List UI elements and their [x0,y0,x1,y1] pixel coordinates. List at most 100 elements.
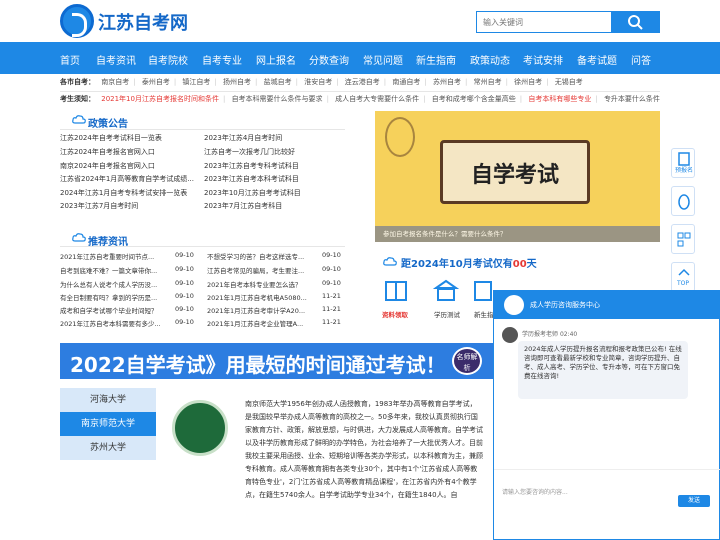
policy-link[interactable]: 2023年江苏4月自考时间 [204,133,282,143]
university-tab[interactable]: 苏州大学 [60,436,156,460]
logo-icon[interactable] [60,4,94,38]
news-link[interactable]: 2021年1月江苏自考审计学A20... [207,305,305,315]
city-link[interactable]: 扬州自考 [223,78,251,86]
cloud-icon [383,257,397,266]
pre-register-button[interactable]: 预报名 [671,148,695,178]
nav-item[interactable]: 政策动态 [470,52,510,67]
city-link[interactable]: 无锡自考 [555,78,583,86]
notice-link[interactable]: 自考本科有哪些专业 [528,95,591,103]
city-link[interactable]: 泰州自考 [142,78,170,86]
city-link[interactable]: 连云港自考 [345,78,380,86]
cloud-icon [72,233,86,242]
scroll-image: 自学考试 [440,140,590,204]
book-icon[interactable] [383,278,409,304]
back-to-top-button[interactable]: TOP [671,262,695,292]
chat-widget: 成人学历咨询服务中心 学历报考老师 02:40 2024年成人学历提升报名流程和… [493,290,720,540]
countdown-suffix: 天 [526,259,537,270]
side-label: 预报名 [674,167,693,174]
nav-item[interactable]: 自考专业 [202,52,242,67]
search-icon [628,15,643,30]
city-link[interactable]: 常州自考 [474,78,502,86]
agent-name: 学历报考老师 [522,331,559,338]
ad-banner[interactable]: 2022自学考试》用最短的时间通过考试！ 名师解析 [60,343,493,379]
city-link[interactable]: 南通自考 [392,78,420,86]
policy-link[interactable]: 2023年江苏自考专科考试科目 [204,161,299,171]
main-nav: 首页 自考资讯 自考院校 自考专业 网上报名 分数查询 常见问题 新生指南 政策… [0,42,720,74]
notice-link[interactable]: 成人自考大专需要什么条件 [335,95,419,103]
nav-item[interactable]: 问答 [631,52,651,67]
university-tab[interactable]: 南京师范大学 [60,412,156,436]
qr-button[interactable] [671,224,695,254]
building-icon[interactable] [433,278,459,304]
news-link[interactable]: 2021年1月江苏自考机电A5080... [207,292,307,302]
university-seal [172,400,228,456]
site-header: 江苏自考网 [0,0,720,42]
notice-link[interactable]: 2021年10月江苏自考报名时间和条件 [101,95,219,103]
policy-link[interactable]: 2023年10月江苏自考考试科目 [204,188,301,198]
qq-icon [678,194,690,210]
news-link[interactable]: 有全日制要有吗？拿到的学历是... [60,292,157,302]
qq-button[interactable] [671,186,695,216]
city-bar-label: 各市自考： [60,78,95,86]
nav-item[interactable]: 网上报名 [256,52,296,67]
news-date: 11-21 [322,305,341,313]
agent-meta: 学历报考老师 02:40 [522,329,577,338]
policy-link[interactable]: 江苏自考一次报考几门比较好 [204,147,295,157]
policy-link[interactable]: 江苏省2024年1月高等教育自学考试成绩... [60,174,194,184]
divider [60,91,660,92]
search-button[interactable] [612,11,660,33]
city-link[interactable]: 淮安自考 [304,78,332,86]
news-date: 09-10 [322,279,341,287]
nav-item[interactable]: 首页 [60,52,80,67]
notice-link[interactable]: 自考和成考哪个含金量高些 [432,95,516,103]
countdown-prefix: 距2024年10月考试仅有 [401,259,513,270]
news-link[interactable]: 自考到底难不难？一篇文章带你... [60,265,157,275]
news-link[interactable]: 2021年江苏自考重要时间节点... [60,251,154,261]
guide-icon[interactable] [473,278,493,304]
policy-link[interactable]: 江苏2024年自考报名官网入口 [60,147,155,157]
nav-item[interactable]: 考试安排 [523,52,563,67]
decoration-icon [385,117,415,157]
banner-title: 自学考试 [470,163,559,188]
news-link[interactable]: 成考和自学考试哪个毕业时间短？ [60,305,158,315]
news-link[interactable]: 2021年江苏自考本科需要有多少... [60,318,161,328]
policy-link[interactable]: 南京2024年自考报名官网入口 [60,161,155,171]
form-icon [678,152,690,166]
icon-label[interactable]: 学历测试 [434,309,460,319]
news-date: 09-10 [175,279,194,287]
site-logo-text[interactable]: 江苏自考网 [98,9,188,35]
city-link[interactable]: 镇江自考 [182,78,210,86]
send-button[interactable]: 发送 [678,495,710,507]
icon-label[interactable]: 资料领取 [382,309,408,319]
news-link[interactable]: 不想受学习的苦？自考这样选专... [207,251,304,261]
city-link[interactable]: 徐州自考 [514,78,542,86]
city-link[interactable]: 苏州自考 [433,78,461,86]
news-link[interactable]: 2021年自考本科专业要怎么选？ [207,279,302,289]
message-time: 02:40 [559,331,578,338]
policy-link[interactable]: 2024年江苏1月自考专科考试安排一览表 [60,188,187,198]
notice-link[interactable]: 自考本科需要什么条件与要求 [232,95,323,103]
nav-item[interactable]: 备考试题 [577,52,617,67]
nav-item[interactable]: 自考院校 [148,52,188,67]
chat-message: 2024年成人学历提升报名流程和报考政策已公布! 在线咨询即可查看最新学校和专业… [518,341,688,399]
university-description: 南京师范大学1956年创办成人函授教育，1983年举办高等教育自学考试，是我国较… [245,400,483,499]
news-link[interactable]: 江苏自考常见的骗局，考生要注... [207,265,304,275]
nav-item[interactable]: 自考资讯 [96,52,136,67]
city-link[interactable]: 盐城自考 [264,78,292,86]
banner-caption[interactable]: 参加自考报名条件是什么？需要什么条件？ [375,226,660,242]
news-link[interactable]: 为什么总有人说考个成人学历没... [60,279,157,289]
city-link[interactable]: 南京自考 [101,78,129,86]
policy-link[interactable]: 2023年江苏自考本科考试科目 [204,174,299,184]
news-date: 11-21 [322,292,341,300]
policy-link[interactable]: 2023年7月江苏自考科目 [204,201,282,211]
search-input[interactable] [476,11,612,33]
university-tab[interactable]: 河海大学 [60,388,156,412]
nav-item[interactable]: 新生指南 [416,52,456,67]
policy-link[interactable]: 江苏2024年自考考试科目一览表 [60,133,162,143]
notice-link[interactable]: 专升本要什么条件 [604,95,660,103]
nav-item[interactable]: 常见问题 [363,52,403,67]
nav-item[interactable]: 分数查询 [309,52,349,67]
policy-link[interactable]: 2023年江苏7月自考时间 [60,201,138,211]
notice-bar: 考生须知： 2021年10月江苏自考报名时间和条件 | 自考本科需要什么条件与要求… [60,95,660,103]
news-link[interactable]: 2021年1月江苏自考企业管理A... [207,318,303,328]
